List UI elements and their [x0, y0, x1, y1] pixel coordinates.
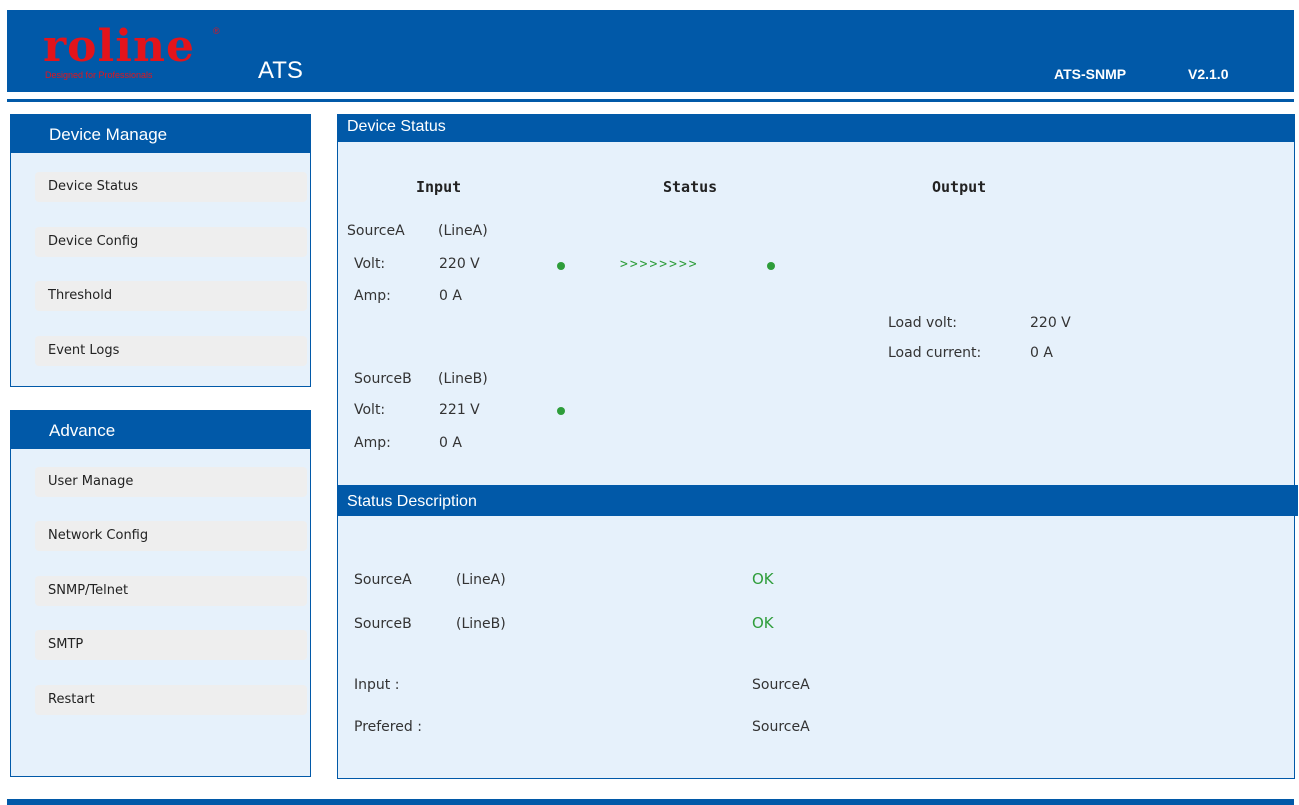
footer-divider [7, 799, 1294, 805]
source-a-volt-label: Volt: [354, 256, 386, 272]
load-current-label: Load current: [888, 345, 982, 361]
nav-network-config[interactable]: Network Config [35, 521, 307, 551]
advance-panel: Advance User Manage Network Config SNMP/… [10, 410, 311, 777]
output-status-dot-icon [767, 262, 775, 270]
source-a-amp-value: 0 A [439, 288, 462, 304]
desc-source-b-status: OK [752, 614, 774, 632]
desc-source-a-name: SourceA [354, 572, 412, 588]
source-a-amp-label: Amp: [354, 288, 391, 304]
logo-registered-mark: ® [213, 26, 220, 36]
prefered-label: Prefered : [354, 719, 422, 735]
nav-device-config[interactable]: Device Config [35, 227, 307, 257]
source-b-volt-label: Volt: [354, 402, 386, 418]
desc-source-b-name: SourceB [354, 616, 412, 632]
power-flow-arrows: >>>>>>>> [620, 257, 699, 272]
logo-wordmark: roline [43, 21, 195, 72]
logo-tagline: Designed for Professionals [45, 70, 153, 80]
model-name: ATS-SNMP [1054, 66, 1127, 82]
source-b-name: SourceB [354, 371, 412, 387]
main-content-panel: Device Status Input Status Output Source… [337, 114, 1298, 779]
advance-heading: Advance [11, 411, 310, 449]
roline-logo: roline ® Designed for Professionals [37, 22, 227, 82]
source-b-line: (LineB) [438, 371, 488, 387]
input-label: Input : [354, 677, 400, 693]
source-b-amp-label: Amp: [354, 435, 391, 451]
load-current-value: 0 A [1030, 345, 1053, 361]
desc-source-b-line: (LineB) [456, 616, 506, 632]
header-divider [7, 99, 1294, 102]
nav-restart[interactable]: Restart [35, 685, 307, 715]
app-title: ATS [258, 57, 303, 84]
nav-device-status[interactable]: Device Status [35, 172, 307, 202]
status-column-heading: Status [663, 178, 718, 196]
device-manage-heading: Device Manage [11, 115, 310, 153]
source-a-name: SourceA [347, 223, 405, 239]
device-manage-panel: Device Manage Device Status Device Confi… [10, 114, 311, 387]
load-volt-label: Load volt: [888, 315, 957, 331]
source-a-status-dot-icon [557, 262, 565, 270]
nav-threshold[interactable]: Threshold [35, 281, 307, 311]
source-b-amp-value: 0 A [439, 435, 462, 451]
desc-source-a-line: (LineA) [456, 572, 506, 588]
source-a-volt-value: 220 V [439, 256, 480, 272]
prefered-value: SourceA [752, 719, 810, 735]
nav-user-manage[interactable]: User Manage [35, 467, 307, 497]
status-description-heading: Status Description [338, 485, 1298, 516]
nav-snmp-telnet[interactable]: SNMP/Telnet [35, 576, 307, 606]
nav-event-logs[interactable]: Event Logs [35, 336, 307, 366]
header-bar: roline ® Designed for Professionals ATS … [7, 10, 1294, 92]
firmware-version: V2.1.0 [1188, 66, 1229, 82]
load-volt-value: 220 V [1030, 315, 1071, 331]
source-b-volt-value: 221 V [439, 402, 480, 418]
output-column-heading: Output [932, 178, 987, 196]
device-status-heading: Device Status [338, 115, 1294, 142]
input-column-heading: Input [416, 178, 462, 196]
source-b-status-dot-icon [557, 407, 565, 415]
desc-source-a-status: OK [752, 570, 774, 588]
input-value: SourceA [752, 677, 810, 693]
source-a-line: (LineA) [438, 223, 488, 239]
nav-smtp[interactable]: SMTP [35, 630, 307, 660]
